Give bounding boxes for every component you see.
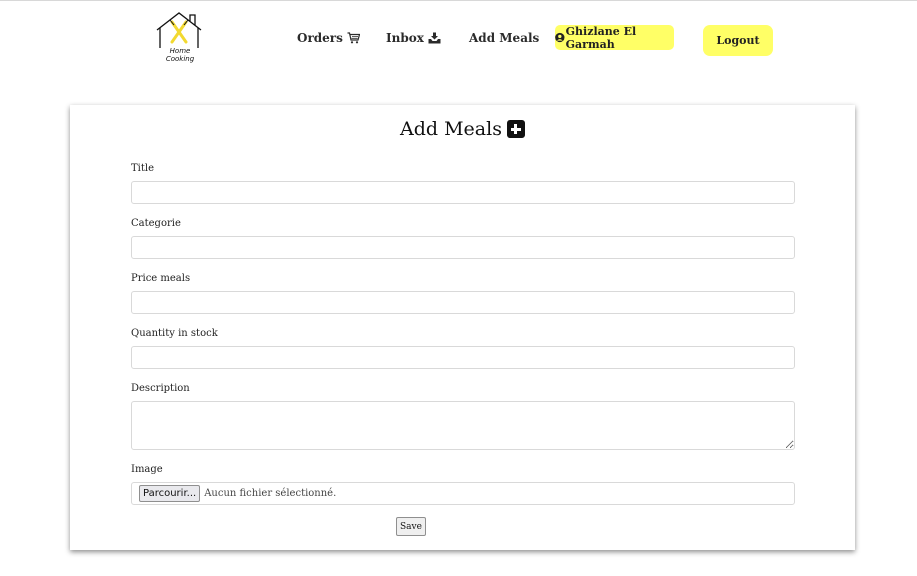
logo-text-line2: Cooking (165, 55, 195, 63)
quantity-label: Quantity in stock (131, 328, 218, 339)
categorie-input[interactable] (131, 236, 795, 259)
nav-inbox-link[interactable]: Inbox (386, 31, 441, 45)
logout-button[interactable]: Logout (703, 25, 773, 56)
title-input[interactable] (131, 181, 795, 204)
file-status-text: Aucun fichier sélectionné. (204, 488, 337, 499)
nav-inbox-label: Inbox (386, 31, 424, 45)
nav-add-meals-link[interactable]: Add Meals (469, 31, 539, 45)
nav-add-meals-label: Add Meals (469, 31, 540, 45)
user-name: Ghizlane El Garmah (565, 24, 637, 51)
home-cooking-logo[interactable]: Home Cooking (150, 8, 210, 66)
logout-label: Logout (716, 34, 760, 47)
save-button[interactable]: Save (396, 517, 426, 536)
image-label: Image (131, 464, 163, 475)
description-label: Description (131, 383, 190, 394)
top-divider (0, 0, 917, 1)
image-file-input[interactable]: Parcourir... Aucun fichier sélectionné. (131, 482, 795, 505)
user-profile-button[interactable]: Ghizlane El Garmah (555, 24, 674, 51)
quantity-input[interactable] (131, 346, 795, 369)
nav-orders-label: Orders (297, 31, 343, 45)
page-title: Add Meals (70, 118, 855, 140)
user-circle-icon (555, 32, 565, 43)
nav-orders-link[interactable]: Orders (297, 31, 360, 45)
plus-square-icon (506, 120, 525, 138)
cart-icon (347, 32, 360, 44)
categorie-label: Categorie (131, 218, 181, 229)
title-label: Title (131, 163, 155, 174)
logo-text-line1: Home (169, 47, 191, 55)
browse-file-button[interactable]: Parcourir... (139, 485, 201, 502)
add-meal-card: Add Meals Title Categorie Price meals Qu… (70, 105, 855, 550)
description-textarea[interactable] (131, 401, 795, 450)
page-title-text: Add Meals (400, 118, 502, 140)
inbox-download-icon (428, 32, 441, 44)
price-input[interactable] (131, 291, 795, 314)
price-label: Price meals (131, 273, 191, 284)
